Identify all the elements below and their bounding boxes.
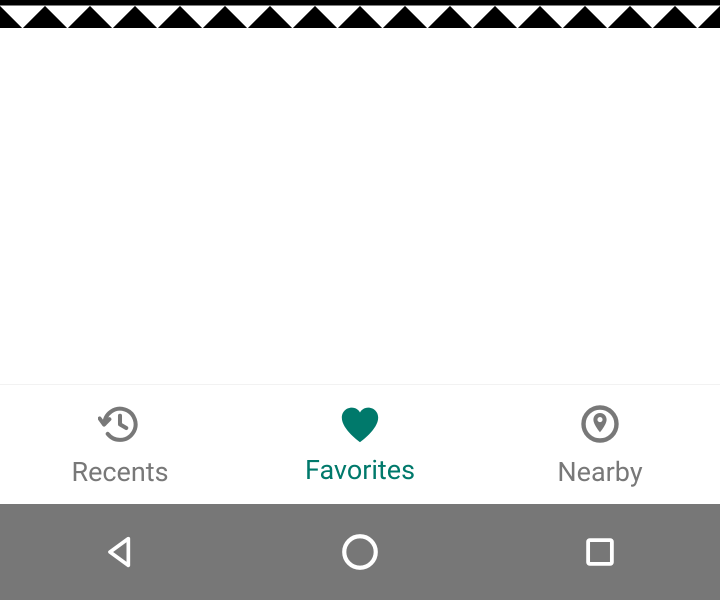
content-area [0,28,720,384]
bottom-navigation: Recents Favorites Nearby [0,384,720,504]
overview-button[interactable] [578,530,622,574]
nav-label-favorites: Favorites [305,454,415,486]
location-icon [578,402,622,446]
nav-label-recents: Recents [71,456,168,488]
heart-icon [338,404,382,444]
home-button[interactable] [338,530,382,574]
nav-item-favorites[interactable]: Favorites [240,385,480,504]
system-navigation-bar [0,504,720,600]
back-button[interactable] [98,530,142,574]
nav-item-recents[interactable]: Recents [0,385,240,504]
nav-label-nearby: Nearby [557,456,642,488]
nav-item-nearby[interactable]: Nearby [480,385,720,504]
cropped-top-edge [0,0,720,28]
history-icon [98,402,142,446]
